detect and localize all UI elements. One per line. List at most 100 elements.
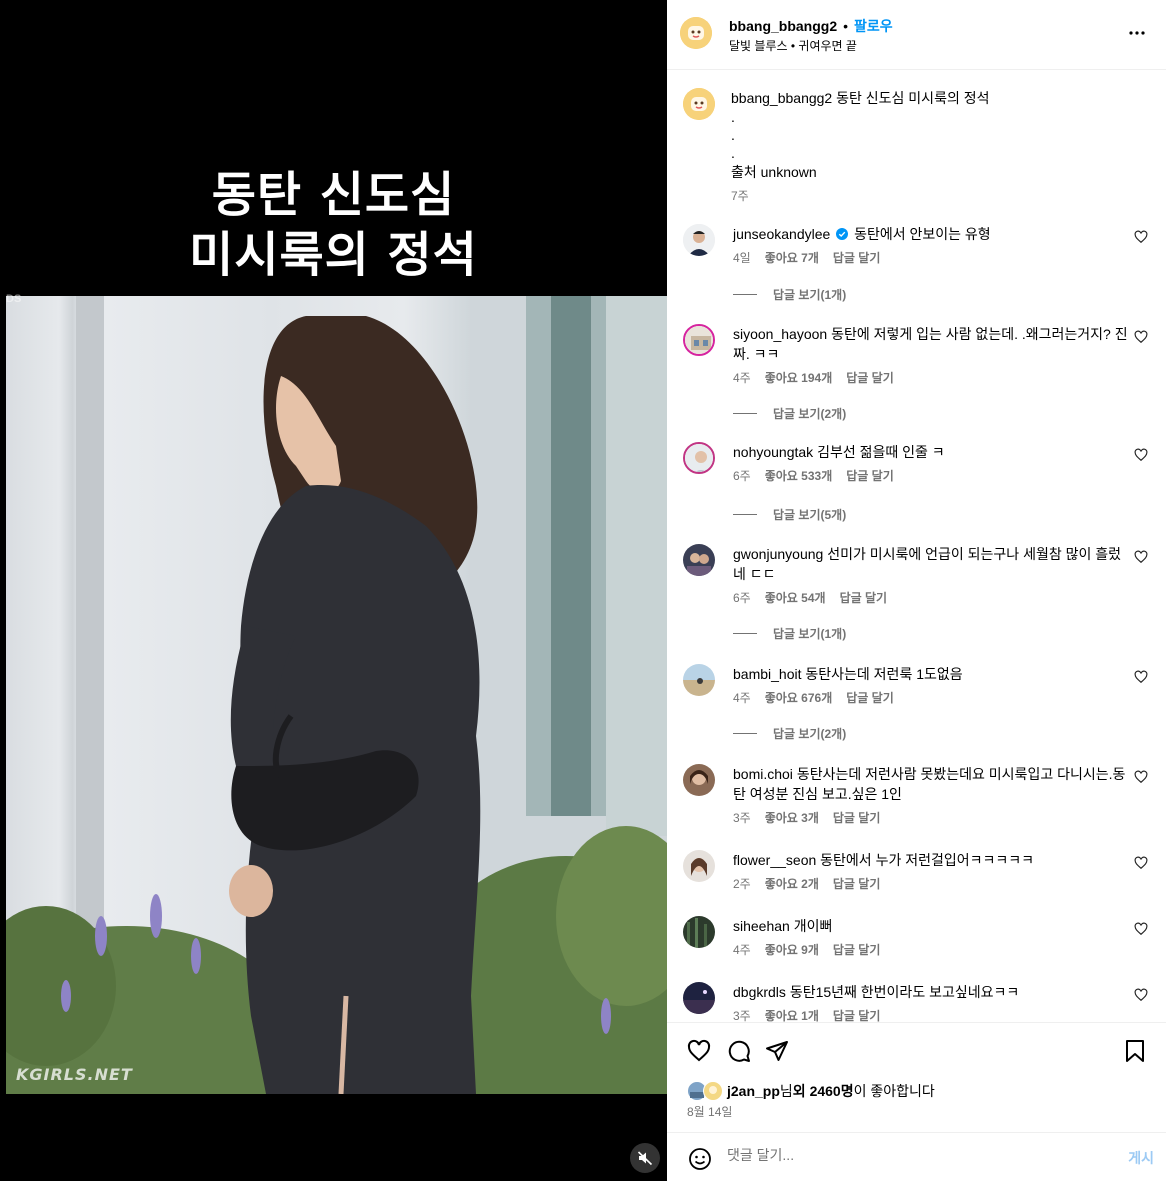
comment-username[interactable]: siyoon_hayoon bbox=[733, 326, 827, 342]
mute-button[interactable] bbox=[630, 1143, 660, 1173]
comment-text: 동탄에서 누가 저런걸입어ㅋㅋㅋㅋㅋ bbox=[820, 852, 1035, 868]
comment-text: 동탄에서 안보이는 유형 bbox=[854, 226, 991, 242]
video-headline-line2: 미시룩의 정석 bbox=[189, 227, 478, 283]
comment-time: 4주 bbox=[733, 943, 751, 957]
comment-heart-icon[interactable] bbox=[1134, 230, 1148, 244]
view-replies-button[interactable]: 답글 보기(2개) bbox=[733, 725, 846, 742]
bread-character-icon bbox=[680, 17, 712, 49]
comment-likes[interactable]: 좋아요 676개 bbox=[765, 691, 833, 705]
comment-likes[interactable]: 좋아요 3개 bbox=[765, 811, 819, 825]
caption-text: 동탄 신도심 미시룩의 정석 bbox=[836, 90, 990, 106]
avatar-photo bbox=[683, 850, 715, 882]
author-username[interactable]: bbang_bbangg2 bbox=[729, 18, 837, 34]
replies-divider bbox=[733, 294, 757, 295]
view-replies-button[interactable]: 답글 보기(5개) bbox=[733, 506, 846, 523]
caption-dot-2: . bbox=[731, 127, 735, 143]
comment-username[interactable]: junseokandylee bbox=[733, 226, 830, 242]
reply-button[interactable]: 답글 달기 bbox=[833, 811, 881, 825]
commenter-avatar[interactable] bbox=[683, 916, 715, 948]
avatar-photo bbox=[683, 916, 715, 948]
comment-time: 4주 bbox=[733, 691, 751, 705]
comment-heart-icon[interactable] bbox=[1134, 856, 1148, 870]
emoji-icon[interactable] bbox=[688, 1147, 712, 1171]
reply-button[interactable]: 답글 달기 bbox=[833, 943, 881, 957]
comment-icon[interactable] bbox=[727, 1039, 751, 1063]
reply-button[interactable]: 답글 달기 bbox=[833, 251, 881, 265]
view-replies-button[interactable]: 답글 보기(1개) bbox=[733, 286, 846, 303]
comment-username[interactable]: siheehan bbox=[733, 918, 790, 934]
replies-divider bbox=[733, 413, 757, 414]
avatar-photo bbox=[683, 224, 715, 256]
commenter-avatar[interactable] bbox=[683, 324, 715, 356]
comment-username[interactable]: bambi_hoit bbox=[733, 666, 802, 682]
reply-button[interactable]: 답글 달기 bbox=[833, 1009, 881, 1022]
reply-button[interactable]: 답글 달기 bbox=[846, 371, 894, 385]
comment-heart-icon[interactable] bbox=[1134, 550, 1148, 564]
caption-username[interactable]: bbang_bbangg2 bbox=[731, 90, 832, 106]
comment-likes[interactable]: 좋아요 1개 bbox=[765, 1009, 819, 1022]
comment-likes[interactable]: 좋아요 2개 bbox=[765, 877, 819, 891]
commenter-avatar[interactable] bbox=[683, 224, 715, 256]
post-comment-button[interactable]: 게시 bbox=[1128, 1148, 1154, 1168]
bread-character-icon bbox=[683, 88, 715, 120]
comment-likes[interactable]: 좋아요 54개 bbox=[765, 591, 826, 605]
liked-by-username[interactable]: j2an_pp bbox=[727, 1083, 780, 1099]
comment-likes[interactable]: 좋아요 7개 bbox=[765, 251, 819, 265]
more-options-button[interactable] bbox=[1128, 24, 1146, 47]
header-separator: • bbox=[843, 18, 849, 34]
view-replies-label: 답글 보기(1개) bbox=[773, 288, 847, 302]
liked-by-mid: 님 bbox=[779, 1083, 793, 1099]
avatar-photo bbox=[685, 444, 713, 472]
reply-button[interactable]: 답글 달기 bbox=[846, 691, 894, 705]
reply-button[interactable]: 답글 달기 bbox=[846, 469, 894, 483]
liker-avatar bbox=[703, 1081, 723, 1101]
comment-time: 4주 bbox=[733, 371, 751, 385]
comment-heart-icon[interactable] bbox=[1134, 330, 1148, 344]
comment-time: 3주 bbox=[733, 1009, 751, 1022]
caption-source: 출처 unknown bbox=[731, 164, 817, 180]
comment-heart-icon[interactable] bbox=[1134, 922, 1148, 936]
replies-divider bbox=[733, 514, 757, 515]
comment-heart-icon[interactable] bbox=[1134, 770, 1148, 784]
liked-by-count[interactable]: 외 2460명 bbox=[793, 1081, 854, 1101]
comment-heart-icon[interactable] bbox=[1134, 988, 1148, 1002]
video-frame: KGIRLS.NET bbox=[6, 296, 667, 1094]
heart-icon[interactable] bbox=[687, 1039, 711, 1063]
commenter-avatar[interactable] bbox=[683, 544, 715, 576]
comment-composer: 게시 bbox=[667, 1132, 1166, 1181]
comment-username[interactable]: gwonjunyoung bbox=[733, 546, 823, 562]
comment-username[interactable]: nohyoungtak bbox=[733, 444, 813, 460]
commenter-avatar[interactable] bbox=[683, 982, 715, 1014]
comment-username[interactable]: dbgkrdls bbox=[733, 984, 786, 1000]
caption-dot-3: . bbox=[731, 145, 735, 161]
comment-username[interactable]: flower__seon bbox=[733, 852, 816, 868]
view-replies-button[interactable]: 답글 보기(2개) bbox=[733, 405, 846, 422]
author-avatar[interactable] bbox=[680, 17, 712, 49]
comment-input[interactable] bbox=[727, 1147, 1097, 1163]
post-date[interactable]: 8월 14일 bbox=[687, 1103, 732, 1120]
comment-likes[interactable]: 좋아요 9개 bbox=[765, 943, 819, 957]
paper-plane-icon[interactable] bbox=[765, 1039, 789, 1063]
video-corner-mark: DS bbox=[6, 293, 22, 305]
comment-time: 6주 bbox=[733, 591, 751, 605]
avatar-photo bbox=[685, 326, 713, 354]
comment-likes[interactable]: 좋아요 533개 bbox=[765, 469, 833, 483]
follow-button[interactable]: 팔로우 bbox=[854, 16, 893, 36]
reply-button[interactable]: 답글 달기 bbox=[840, 591, 888, 605]
view-replies-button[interactable]: 답글 보기(1개) bbox=[733, 625, 846, 642]
commenter-avatar[interactable] bbox=[683, 764, 715, 796]
audio-track[interactable]: 달빛 블루스 • 귀여우면 끝 bbox=[729, 37, 857, 54]
post-header: bbang_bbangg2 • 팔로우 달빛 블루스 • 귀여우면 끝 bbox=[667, 0, 1166, 70]
comment-heart-icon[interactable] bbox=[1134, 448, 1148, 462]
commenter-avatar[interactable] bbox=[683, 442, 715, 474]
commenter-avatar[interactable] bbox=[683, 664, 715, 696]
comment-likes[interactable]: 좋아요 194개 bbox=[765, 371, 833, 385]
comments-list[interactable]: bbang_bbangg2 동탄 신도심 미시룩의 정석 . . . 출처 un… bbox=[667, 70, 1166, 1022]
caption-avatar[interactable] bbox=[683, 88, 715, 120]
comment-heart-icon[interactable] bbox=[1134, 670, 1148, 684]
video-player[interactable]: 동탄 신도심 미시룩의 정석 KGIRLS.NET DS bbox=[0, 0, 667, 1181]
reply-button[interactable]: 답글 달기 bbox=[833, 877, 881, 891]
comment-username[interactable]: bomi.choi bbox=[733, 766, 793, 782]
bookmark-icon[interactable] bbox=[1124, 1039, 1146, 1063]
commenter-avatar[interactable] bbox=[683, 850, 715, 882]
